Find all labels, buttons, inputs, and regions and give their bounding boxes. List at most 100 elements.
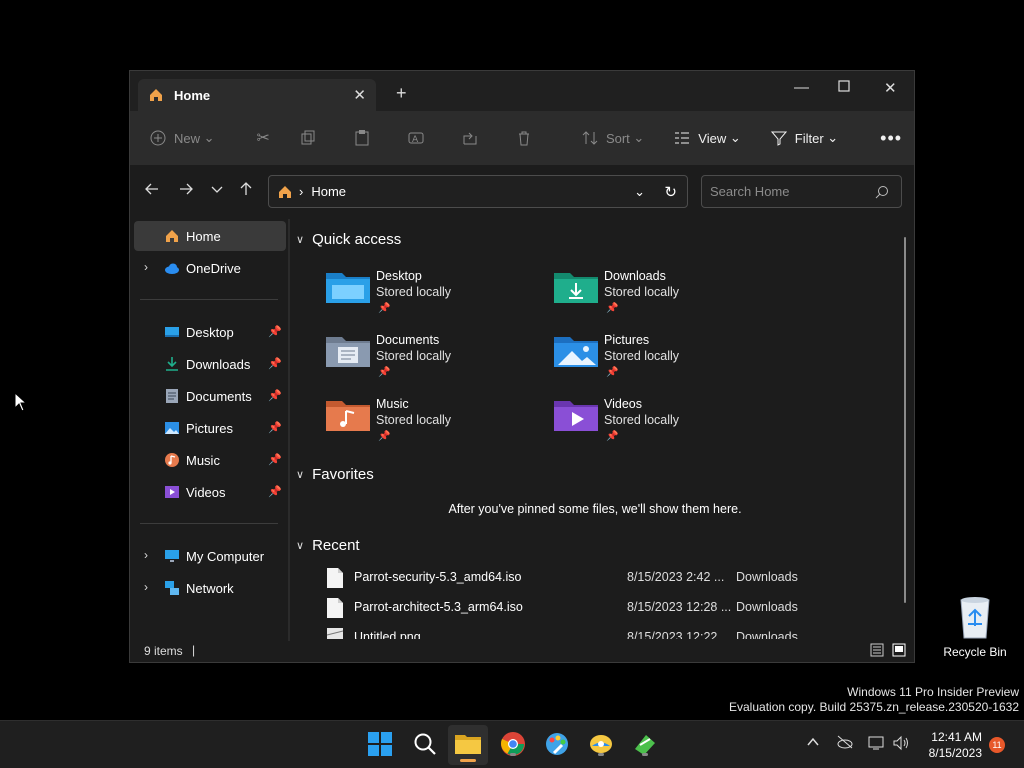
file-name: Parrot-security-5.3_amd64.iso [354, 570, 522, 584]
view-label: View [698, 130, 727, 146]
search-input[interactable]: Search Home [701, 175, 902, 208]
filter-button[interactable]: Filter ⌄ [770, 130, 838, 146]
evaluation-watermark: Windows 11 Pro Insider Preview Evaluatio… [729, 685, 1019, 715]
sidebar-item-onedrive[interactable]: › OneDrive [134, 253, 286, 283]
show-hidden-icons-button[interactable] [806, 735, 820, 752]
sidebar-item-network[interactable]: › Network [134, 573, 286, 603]
onedrive-icon [165, 263, 179, 274]
onedrive-tray-button[interactable] [836, 735, 854, 752]
search-taskbar-button[interactable] [412, 731, 440, 759]
close-tab-icon[interactable]: ✕ [353, 86, 366, 104]
tiles-view-icon[interactable] [892, 643, 906, 657]
share-button[interactable] [462, 130, 486, 146]
new-label: New [174, 130, 201, 146]
close-window-button[interactable]: ✕ [884, 79, 897, 97]
quick-access-videos[interactable]: Videos Stored locally 📌 [554, 393, 754, 449]
new-button[interactable]: New ⌄ [150, 130, 215, 146]
copy-icon [301, 130, 315, 145]
notification-badge[interactable]: 11 [989, 737, 1005, 753]
network-tray-button[interactable] [868, 735, 886, 754]
chevron-down-icon[interactable]: ⌄ [634, 184, 645, 200]
more-options-button[interactable]: ••• [880, 128, 902, 149]
recent-locations-button[interactable] [210, 181, 224, 200]
section-recent[interactable]: ∨ Recent [296, 537, 360, 554]
navigation-pane: Home › OneDrive Desktop 📌 Downloads 📌 Do… [130, 219, 288, 641]
filter-icon [770, 131, 787, 146]
notepad-taskbar-button[interactable] [632, 731, 660, 759]
chevron-right-icon[interactable]: › [144, 548, 148, 562]
quick-access-downloads[interactable]: Downloads Stored locally 📌 [554, 265, 754, 321]
vertical-scrollbar[interactable] [904, 237, 906, 603]
quick-access-desktop[interactable]: Desktop Stored locally 📌 [326, 265, 526, 321]
downloads-icon [166, 357, 178, 371]
paint-taskbar-button[interactable] [544, 731, 572, 759]
new-tab-button[interactable]: + [396, 83, 407, 104]
back-button[interactable] [144, 181, 160, 200]
divider [140, 299, 278, 300]
view-button[interactable]: View ⌄ [674, 130, 741, 146]
pin-icon[interactable]: 📌 [268, 485, 282, 498]
recent-row[interactable]: Untitled.png 8/15/2023 12:22 ... Downloa… [326, 625, 886, 639]
forward-button[interactable] [178, 181, 194, 200]
ethernet-icon [868, 736, 884, 750]
sidebar-item-desktop[interactable]: Desktop 📌 [134, 317, 286, 347]
recent-row[interactable]: Parrot-architect-5.3_arm64.iso 8/15/2023… [326, 595, 886, 621]
address-bar[interactable]: › Home ⌄ ↻ [268, 175, 688, 208]
breadcrumb[interactable]: Home [311, 184, 346, 199]
section-favorites[interactable]: ∨ Favorites [296, 466, 374, 483]
pin-icon[interactable]: 📌 [268, 453, 282, 466]
pin-icon: 📌 [606, 431, 619, 442]
rename-button[interactable]: A [408, 130, 432, 146]
chevron-right-icon[interactable]: › [144, 260, 148, 274]
pin-icon[interactable]: 📌 [268, 421, 282, 434]
sort-button[interactable]: Sort ⌄ [582, 130, 644, 146]
ellipsis-icon: ••• [880, 127, 903, 148]
pin-icon: 📌 [378, 431, 391, 442]
sidebar-item-label: My Computer [186, 549, 265, 564]
section-quick-access[interactable]: ∨ Quick access [296, 231, 401, 248]
folder-status: Stored locally [604, 285, 680, 299]
volume-tray-button[interactable] [892, 735, 910, 754]
paste-button[interactable] [354, 130, 378, 146]
watermark-line: Evaluation copy. Build 25375.zn_release.… [729, 700, 1019, 714]
pin-icon[interactable]: 📌 [268, 325, 282, 338]
clock[interactable]: 12:41 AM 8/15/2023 [929, 729, 982, 761]
sidebar-item-videos[interactable]: Videos 📌 [134, 477, 286, 507]
details-view-icon[interactable] [870, 643, 884, 657]
folder-icon [455, 735, 481, 754]
recent-row[interactable]: Parrot-security-5.3_amd64.iso 8/15/2023 … [326, 565, 886, 591]
watermark-line: Windows 11 Pro Insider Preview [847, 685, 1019, 699]
sidebar-item-label: Desktop [186, 325, 234, 340]
copy-button[interactable] [300, 130, 324, 146]
minimize-button[interactable]: — [794, 79, 809, 96]
sidebar-item-pictures[interactable]: Pictures 📌 [134, 413, 286, 443]
quick-access-pictures[interactable]: Pictures Stored locally 📌 [554, 329, 754, 385]
maximize-button[interactable] [838, 79, 850, 96]
quick-access-music[interactable]: Music Stored locally 📌 [326, 393, 526, 449]
quick-access-documents[interactable]: Documents Stored locally 📌 [326, 329, 526, 385]
home-icon [166, 230, 178, 242]
pin-icon[interactable]: 📌 [268, 389, 282, 402]
sidebar-item-documents[interactable]: Documents 📌 [134, 381, 286, 411]
folder-status: Stored locally [376, 413, 452, 427]
sidebar-item-home[interactable]: Home [134, 221, 286, 251]
delete-button[interactable] [516, 130, 540, 146]
file-explorer-taskbar-button[interactable] [448, 725, 488, 765]
tab-home[interactable]: Home ✕ [138, 79, 376, 111]
chevron-right-icon[interactable]: › [144, 580, 148, 594]
start-button[interactable] [367, 731, 395, 759]
recycle-bin-shortcut[interactable]: Recycle Bin [940, 594, 1010, 659]
app-taskbar-button[interactable] [588, 731, 616, 759]
pin-icon[interactable]: 📌 [268, 357, 282, 370]
running-indicator [598, 753, 604, 756]
refresh-icon[interactable]: ↻ [664, 183, 677, 201]
cut-button[interactable]: ✂ [257, 128, 270, 148]
sidebar-item-my-computer[interactable]: › My Computer [134, 541, 286, 571]
sidebar-item-music[interactable]: Music 📌 [134, 445, 286, 475]
sidebar-item-downloads[interactable]: Downloads 📌 [134, 349, 286, 379]
up-button[interactable] [238, 181, 254, 200]
clock-time: 12:41 AM [931, 730, 982, 744]
chrome-taskbar-button[interactable] [500, 731, 528, 759]
pin-icon: 📌 [378, 303, 391, 314]
folder-downloads-icon [554, 273, 598, 303]
